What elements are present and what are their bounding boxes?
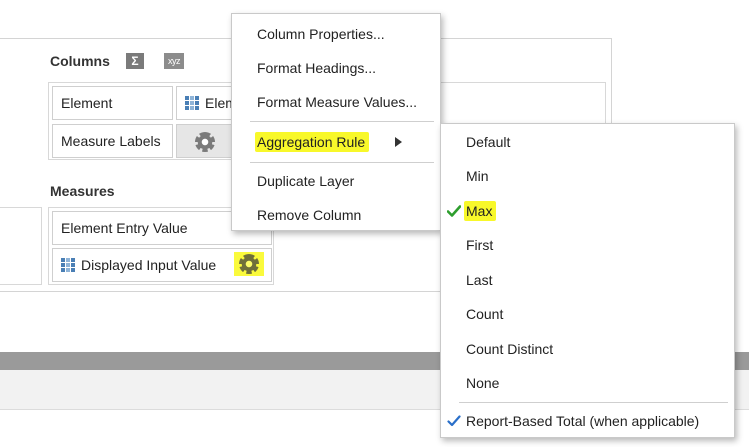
submenu-item-count[interactable]: Count	[441, 297, 734, 331]
menu-item-remove-column[interactable]: Remove Column	[232, 198, 440, 232]
checkmark-icon	[447, 205, 461, 217]
menu-item-label: Report-Based Total (when applicable)	[466, 413, 700, 429]
menu-item-label: Remove Column	[257, 207, 362, 223]
menu-item-format-measure-values[interactable]: Format Measure Values...	[232, 85, 440, 119]
menu-item-label: Min	[466, 168, 489, 184]
table-grid-icon	[185, 96, 199, 110]
aggregation-submenu: Default Min Max First Last Count Count D…	[440, 123, 735, 438]
menu-separator	[250, 162, 434, 163]
measures-title: Measures	[50, 183, 115, 199]
menu-item-format-headings[interactable]: Format Headings...	[232, 51, 440, 85]
menu-item-label: Format Measure Values...	[257, 94, 418, 110]
menu-item-label: Default	[466, 134, 511, 150]
column-value-element[interactable]: Element	[176, 86, 236, 120]
menu-item-aggregation-rule[interactable]: Aggregation Rule	[232, 125, 440, 159]
submenu-arrow-icon	[395, 137, 402, 147]
column-label-measure-labels[interactable]: Measure Labels	[52, 124, 173, 158]
rows-drop-area	[0, 207, 42, 285]
gear-icon[interactable]	[195, 132, 215, 152]
menu-item-label: Duplicate Layer	[257, 173, 355, 189]
column-label-element-text: Element	[61, 95, 113, 111]
submenu-item-count-distinct[interactable]: Count Distinct	[441, 332, 734, 366]
measure-displayed-input-value-text: Displayed Input Value	[81, 257, 217, 273]
menu-item-label: Last	[466, 272, 493, 288]
menu-separator	[250, 121, 434, 122]
column-context-menu: Column Properties... Format Headings... …	[231, 13, 441, 231]
menu-item-label: Count Distinct	[466, 341, 554, 357]
menu-item-label: Max	[464, 201, 497, 221]
menu-item-label: None	[466, 375, 500, 391]
menu-item-label: Count	[466, 306, 504, 322]
submenu-item-default[interactable]: Default	[441, 125, 734, 159]
table-grid-icon	[61, 258, 75, 272]
menu-item-label: First	[466, 237, 494, 253]
column-label-measure-labels-text: Measure Labels	[61, 133, 161, 149]
columns-title: Columns	[50, 53, 110, 69]
xyz-icon[interactable]: xyz	[164, 53, 184, 69]
menu-separator	[459, 402, 728, 403]
checkmark-icon	[447, 415, 461, 427]
menu-item-label: Format Headings...	[257, 60, 377, 76]
menu-item-column-properties[interactable]: Column Properties...	[232, 17, 440, 51]
submenu-item-first[interactable]: First	[441, 228, 734, 262]
gear-icon[interactable]	[239, 254, 259, 274]
menu-item-label: Column Properties...	[257, 26, 385, 42]
column-label-element[interactable]: Element	[52, 86, 173, 120]
menu-item-label: Aggregation Rule	[255, 132, 370, 152]
sigma-icon[interactable]: Σ	[126, 53, 144, 69]
measure-labels-gear-cell[interactable]	[176, 124, 236, 158]
submenu-item-max[interactable]: Max	[441, 194, 734, 228]
submenu-item-last[interactable]: Last	[441, 263, 734, 297]
submenu-item-report-based-total[interactable]: Report-Based Total (when applicable)	[441, 404, 734, 438]
submenu-item-min[interactable]: Min	[441, 159, 734, 193]
measure-element-entry-value-text: Element Entry Value	[61, 220, 188, 236]
menu-item-duplicate-layer[interactable]: Duplicate Layer	[232, 164, 440, 198]
submenu-item-none[interactable]: None	[441, 366, 734, 400]
